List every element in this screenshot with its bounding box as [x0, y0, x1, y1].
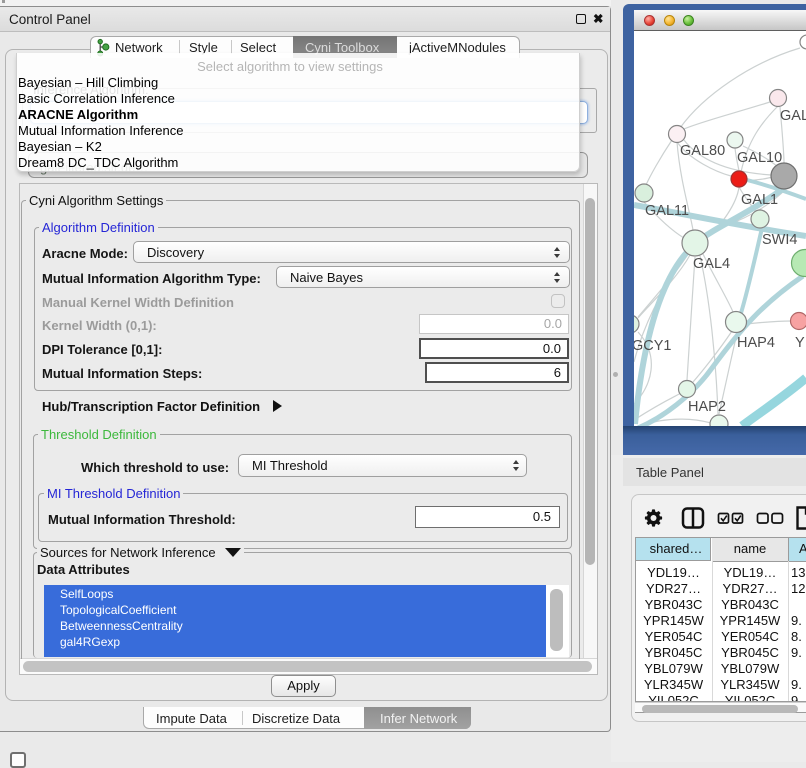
svg-text:GAL11: GAL11	[645, 203, 689, 219]
svg-text:Y: Y	[795, 335, 805, 351]
svg-text:GAL80: GAL80	[680, 143, 725, 159]
svg-text:GAL4: GAL4	[693, 256, 730, 272]
svg-text:SWI4: SWI4	[762, 232, 797, 248]
svg-text:HAP2: HAP2	[688, 399, 726, 415]
svg-text:GAL10: GAL10	[737, 150, 782, 166]
svg-text:GAL: GAL	[780, 108, 806, 124]
svg-text:GCY1: GCY1	[634, 338, 672, 354]
svg-text:GAL1: GAL1	[741, 192, 778, 208]
svg-text:HAP4: HAP4	[737, 335, 775, 351]
